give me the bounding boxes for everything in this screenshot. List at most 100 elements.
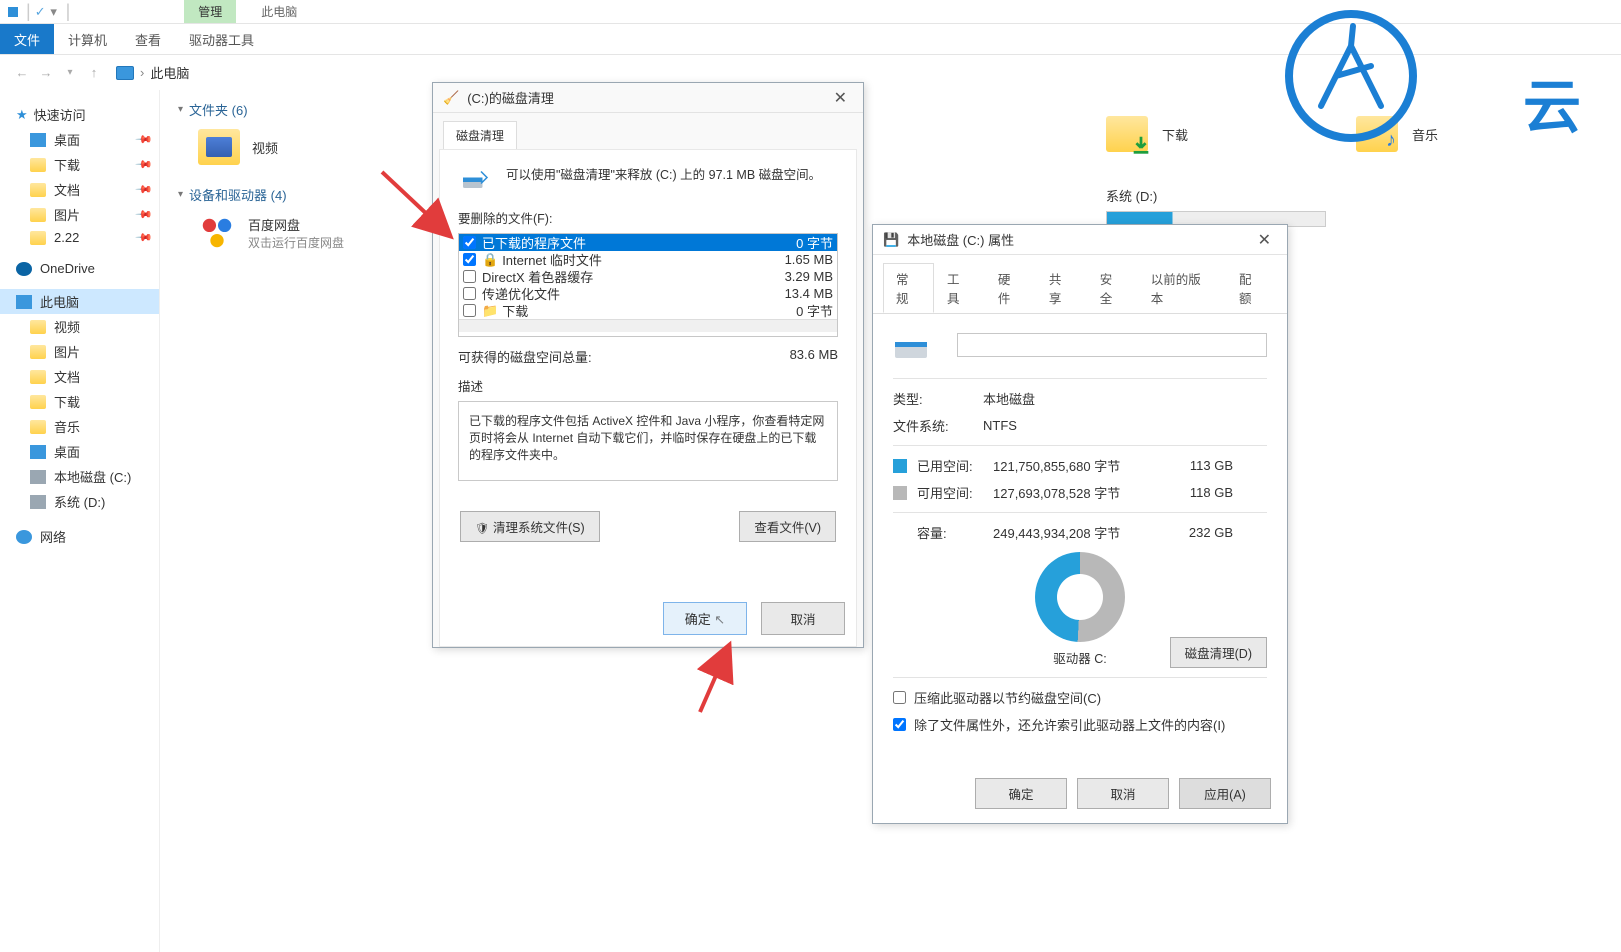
tab-tools[interactable]: 工具 — [934, 263, 985, 313]
dropdown-icon[interactable]: ▾ — [46, 4, 62, 20]
disk-cleanup-button[interactable]: 磁盘清理(D) — [1170, 637, 1267, 668]
pin-icon: 📌 — [135, 180, 154, 199]
address-bar[interactable]: › 此电脑 — [116, 63, 189, 82]
chevron-down-icon: ▾ — [178, 189, 183, 200]
tree-item-pictures[interactable]: 图片📌 — [0, 202, 159, 227]
properties-tabs: 常规 工具 硬件 共享 安全 以前的版本 配额 — [873, 255, 1287, 314]
annotation-arrow — [378, 168, 468, 258]
free-color-swatch — [893, 486, 907, 500]
download-arrow-icon — [1130, 134, 1152, 156]
file-checkbox[interactable] — [463, 270, 476, 283]
chevron-right-icon: › — [140, 65, 144, 80]
file-row[interactable]: 传递优化文件13.4 MB — [459, 285, 837, 302]
dialog-body: 可以使用"磁盘清理"来释放 (C:) 上的 97.1 MB 磁盘空间。 要删除的… — [439, 149, 857, 647]
pin-icon: 📌 — [135, 205, 154, 224]
tree-item-documents[interactable]: 文档 — [0, 364, 159, 389]
annotation-arrow — [670, 640, 750, 720]
tree-item-pictures[interactable]: 图片 — [0, 339, 159, 364]
disk-cleanup-dialog: 🧹 (C:)的磁盘清理 ✕ 磁盘清理 可以使用"磁盘清理"来释放 (C:) 上的… — [432, 82, 864, 648]
folder-icon — [1106, 116, 1148, 152]
nav-back-button[interactable]: ← — [12, 63, 32, 83]
dialog-title-text: (C:)的磁盘清理 — [467, 88, 554, 107]
contextual-tab-manage[interactable]: 管理 — [184, 0, 236, 23]
cursor-icon: ↖ — [714, 612, 725, 627]
file-row[interactable]: DirectX 着色器缓存3.29 MB — [459, 268, 837, 285]
file-row[interactable]: 🔒Internet 临时文件1.65 MB — [459, 251, 837, 268]
location-text: 此电脑 — [150, 63, 189, 82]
tab-cleanup[interactable]: 磁盘清理 — [443, 121, 517, 149]
tree-this-pc[interactable]: 此电脑 — [0, 289, 159, 314]
baidu-icon — [198, 214, 236, 252]
tree-item-documents[interactable]: 文档📌 — [0, 177, 159, 202]
tab-quota[interactable]: 配额 — [1226, 263, 1277, 313]
compress-option[interactable]: 压缩此驱动器以节约磁盘空间(C) — [893, 688, 1267, 707]
view-files-button[interactable]: 查看文件(V) — [739, 511, 836, 542]
gain-row: 可获得的磁盘空间总量: 83.6 MB — [458, 347, 838, 366]
nav-tree: 快速访问 桌面📌 下载📌 文档📌 图片📌 2.22📌 OneDrive 此电脑 … — [0, 90, 160, 952]
properties-body: 类型:本地磁盘 文件系统:NTFS 已用空间:121,750,855,680 字… — [873, 314, 1287, 756]
cleanup-icon: 🧹 — [443, 90, 459, 106]
tree-item-downloads[interactable]: 下载 — [0, 389, 159, 414]
close-button[interactable]: ✕ — [1252, 230, 1277, 250]
used-color-swatch — [893, 459, 907, 473]
tree-item-videos[interactable]: 视频 — [0, 314, 159, 339]
dialog-title-text: 本地磁盘 (C:) 属性 — [907, 230, 1014, 249]
tree-quick-access[interactable]: 快速访问 — [0, 102, 159, 127]
nav-up-button[interactable]: ↑ — [84, 63, 104, 83]
ribbon-tab-drives[interactable]: 驱动器工具 — [175, 24, 268, 54]
nav-forward-button[interactable]: → — [36, 63, 56, 83]
pin-icon: 📌 — [135, 130, 154, 149]
tree-onedrive[interactable]: OneDrive — [0, 258, 159, 279]
tree-item-desktop[interactable]: 桌面 — [0, 439, 159, 464]
tree-network[interactable]: 网络 — [0, 524, 159, 549]
tree-item-folder[interactable]: 2.22📌 — [0, 227, 159, 248]
app-icon — [8, 7, 18, 17]
ribbon-tab-computer[interactable]: 计算机 — [54, 24, 121, 54]
drive-large-icon — [893, 328, 933, 362]
ribbon-tab-view[interactable]: 查看 — [121, 24, 175, 54]
file-checkbox[interactable] — [463, 287, 476, 300]
index-checkbox[interactable] — [893, 718, 906, 731]
ok-button[interactable]: 确定 — [975, 778, 1067, 809]
window-title: 此电脑 — [261, 3, 297, 20]
file-row[interactable]: 📁下载0 字节 — [459, 302, 837, 319]
separator: | — [26, 1, 31, 22]
tab-previous[interactable]: 以前的版本 — [1138, 263, 1226, 313]
file-list[interactable]: 已下载的程序文件0 字节 🔒Internet 临时文件1.65 MB Direc… — [458, 233, 838, 337]
index-option[interactable]: 除了文件属性外，还允许索引此驱动器上文件的内容(I) — [893, 715, 1267, 734]
tab-security[interactable]: 安全 — [1087, 263, 1138, 313]
pin-icon: 📌 — [135, 228, 154, 247]
dialog-titlebar[interactable]: 💾 本地磁盘 (C:) 属性 ✕ — [873, 225, 1287, 255]
usage-donut-chart — [1035, 552, 1125, 642]
list-scrollbar[interactable] — [459, 319, 837, 332]
tree-item-drive-c[interactable]: 本地磁盘 (C:) — [0, 464, 159, 489]
tree-item-downloads[interactable]: 下载📌 — [0, 152, 159, 177]
tab-sharing[interactable]: 共享 — [1036, 263, 1087, 313]
compress-checkbox[interactable] — [893, 691, 906, 704]
close-button[interactable]: ✕ — [828, 88, 853, 108]
ok-button[interactable]: 确定 ↖ — [663, 602, 747, 635]
cancel-button[interactable]: 取消 — [1077, 778, 1169, 809]
tab-general[interactable]: 常规 — [883, 263, 934, 313]
nav-history-dropdown[interactable]: ▾ — [60, 63, 80, 83]
watermark-text: 云 — [1523, 60, 1581, 144]
folder-icon — [198, 129, 240, 165]
ribbon-tab-file[interactable]: 文件 — [0, 24, 54, 54]
drive-system-d[interactable]: 系统 (D:) — [1106, 186, 1326, 227]
apply-button[interactable]: 应用(A) — [1179, 778, 1271, 809]
file-checkbox[interactable] — [463, 304, 476, 317]
files-to-delete-label: 要删除的文件(F): — [458, 208, 838, 227]
pc-icon — [116, 66, 134, 80]
tree-item-music[interactable]: 音乐 — [0, 414, 159, 439]
tab-hardware[interactable]: 硬件 — [985, 263, 1036, 313]
dialog-titlebar[interactable]: 🧹 (C:)的磁盘清理 ✕ — [433, 83, 863, 113]
clean-system-files-button[interactable]: 清理系统文件(S) — [460, 511, 600, 542]
tree-item-drive-d[interactable]: 系统 (D:) — [0, 489, 159, 514]
description-box: 已下载的程序文件包括 ActiveX 控件和 Java 小程序，你查看特定网页时… — [458, 401, 838, 481]
folder-downloads[interactable]: 下载 — [1106, 116, 1188, 152]
cancel-button[interactable]: 取消 — [761, 602, 845, 635]
tree-item-desktop[interactable]: 桌面📌 — [0, 127, 159, 152]
file-row[interactable]: 已下载的程序文件0 字节 — [459, 234, 837, 251]
drive-label-input[interactable] — [957, 333, 1267, 357]
separator: | — [66, 1, 71, 22]
